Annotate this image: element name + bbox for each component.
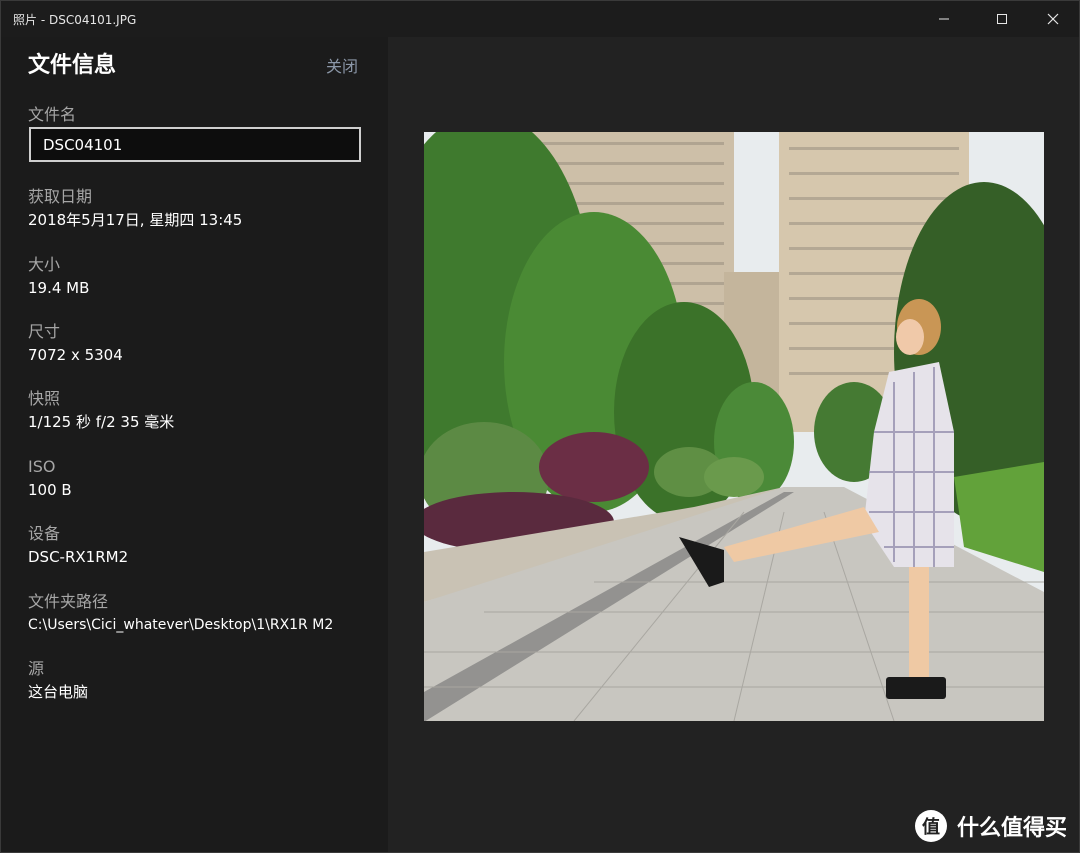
source-field: 源 这台电脑 bbox=[28, 659, 88, 702]
dimensions-field: 尺寸 7072 x 5304 bbox=[28, 322, 123, 365]
iso-label: ISO bbox=[28, 457, 56, 476]
folder-value[interactable]: C:\Users\Cici_whatever\Desktop\1\RX1R M2 bbox=[28, 615, 333, 635]
filename-field: 文件名 bbox=[28, 105, 76, 125]
close-icon bbox=[1047, 13, 1059, 25]
watermark: 值 什么值得买 bbox=[914, 810, 1067, 842]
filename-label: 文件名 bbox=[28, 105, 77, 124]
dimensions-value: 7072 x 5304 bbox=[28, 346, 123, 364]
filename-input[interactable] bbox=[29, 127, 361, 162]
device-value: DSC-RX1RM2 bbox=[28, 548, 129, 566]
folder-field: 文件夹路径 C:\Users\Cici_whatever\Desktop\1\R… bbox=[28, 592, 333, 635]
source-label: 源 bbox=[28, 659, 45, 678]
dimensions-label: 尺寸 bbox=[28, 322, 61, 341]
device-label: 设备 bbox=[28, 524, 61, 543]
folder-label: 文件夹路径 bbox=[28, 592, 109, 611]
minimize-icon bbox=[939, 18, 949, 20]
source-value: 这台电脑 bbox=[28, 683, 89, 701]
photo-viewer[interactable]: 值 什么值得买 bbox=[388, 37, 1079, 852]
close-panel-link[interactable]: 关闭 bbox=[326, 53, 358, 77]
maximize-button[interactable] bbox=[977, 1, 1027, 37]
shot-field: 快照 1/125 秒 f/2 35 毫米 bbox=[28, 389, 174, 432]
close-window-button[interactable] bbox=[1028, 1, 1078, 37]
size-label: 大小 bbox=[28, 255, 61, 274]
date-label: 获取日期 bbox=[28, 187, 93, 206]
photo-illustration bbox=[424, 132, 1044, 721]
date-value: 2018年5月17日, 星期四 13:45 bbox=[28, 211, 243, 229]
iso-field: ISO 100 B bbox=[28, 457, 72, 500]
photos-app-window: 照片 - DSC04101.JPG 文件信息 关闭 文件名 获取日期 2018年… bbox=[0, 0, 1080, 853]
date-field: 获取日期 2018年5月17日, 星期四 13:45 bbox=[28, 187, 242, 230]
photo-image bbox=[424, 132, 1044, 721]
title-bar[interactable]: 照片 - DSC04101.JPG bbox=[1, 1, 1079, 37]
shot-label: 快照 bbox=[28, 389, 61, 408]
window-title: 照片 - DSC04101.JPG bbox=[13, 13, 137, 27]
minimize-button[interactable] bbox=[919, 1, 969, 37]
maximize-icon bbox=[997, 14, 1007, 24]
iso-value: 100 B bbox=[28, 481, 72, 499]
watermark-text: 什么值得买 bbox=[956, 816, 1067, 841]
size-field: 大小 19.4 MB bbox=[28, 255, 89, 298]
panel-title: 文件信息 bbox=[28, 53, 117, 78]
watermark-logo: 值 bbox=[914, 810, 947, 842]
size-value: 19.4 MB bbox=[28, 279, 90, 297]
shot-value: 1/125 秒 f/2 35 毫米 bbox=[28, 413, 175, 431]
file-info-panel: 文件信息 关闭 文件名 获取日期 2018年5月17日, 星期四 13:45 大… bbox=[1, 37, 388, 852]
device-field: 设备 DSC-RX1RM2 bbox=[28, 524, 128, 567]
